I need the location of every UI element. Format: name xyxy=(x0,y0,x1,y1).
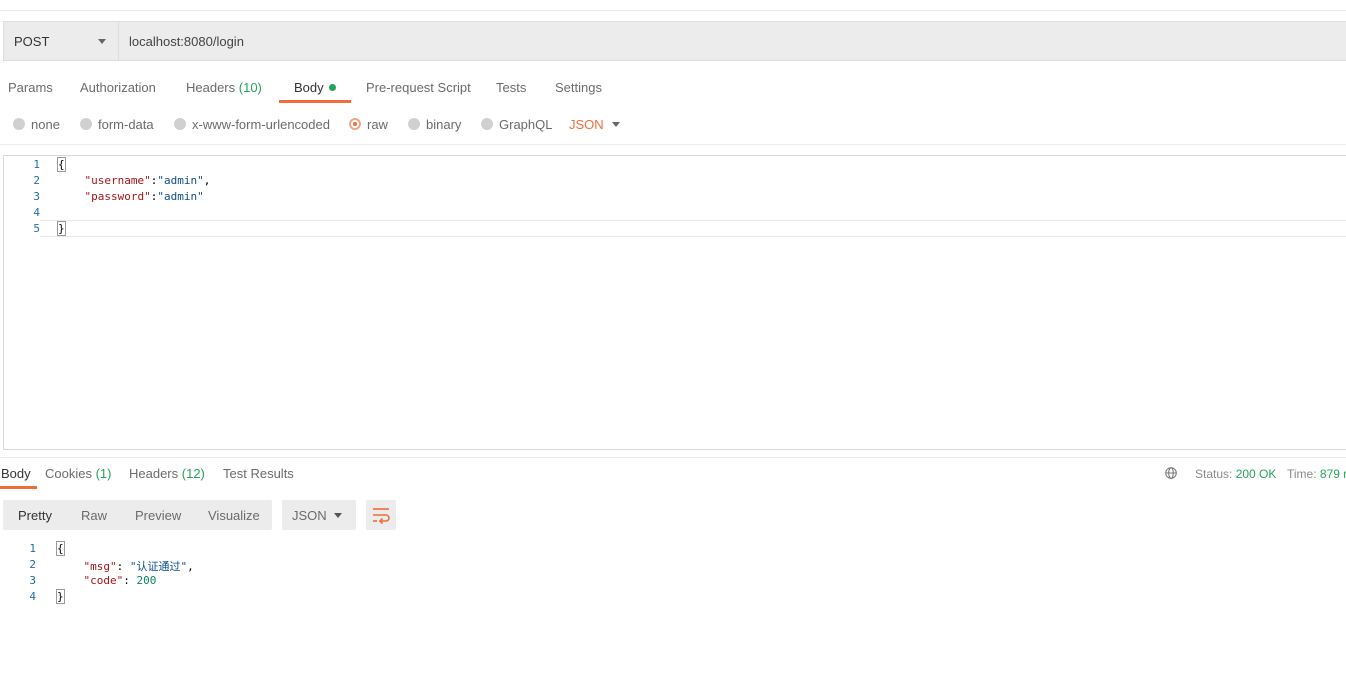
status-label: Status: xyxy=(1195,467,1233,481)
code-line: } xyxy=(57,221,66,236)
time-label: Time: xyxy=(1287,467,1317,481)
json-key: "password" xyxy=(84,190,151,203)
tab-count: (10) xyxy=(238,80,262,95)
divider xyxy=(0,144,1346,145)
wrap-lines-button[interactable] xyxy=(366,500,396,530)
line-number: 5 xyxy=(33,222,40,235)
resp-tab-headers[interactable]: Headers (12) xyxy=(129,466,205,481)
json-key: "msg" xyxy=(83,560,117,573)
top-divider xyxy=(0,10,1346,11)
line-number: 1 xyxy=(29,542,36,555)
response-time: Time: 879 r xyxy=(1287,467,1346,481)
view-raw-button[interactable]: Raw xyxy=(81,508,107,523)
json-tail: , xyxy=(203,174,211,187)
json-sep: : xyxy=(123,574,137,587)
tab-params[interactable]: Params xyxy=(8,80,53,95)
response-format-select[interactable]: JSON xyxy=(282,500,356,530)
tab-authorization[interactable]: Authorization xyxy=(80,80,156,95)
json-key: "username" xyxy=(84,174,151,187)
code-line: { xyxy=(57,157,66,172)
tab-body[interactable]: Body xyxy=(294,80,336,95)
radio-raw[interactable] xyxy=(349,118,361,130)
method-select[interactable]: POST xyxy=(4,22,119,60)
json-value: "admin" xyxy=(157,174,204,187)
tab-pre-request-script[interactable]: Pre-request Script xyxy=(366,80,471,95)
radio-label-raw[interactable]: raw xyxy=(367,117,388,132)
code-brace: { xyxy=(56,541,65,556)
radio-label-binary[interactable]: binary xyxy=(426,117,461,132)
response-divider xyxy=(0,457,1346,458)
tab-label: Cookies xyxy=(45,466,92,481)
tab-label: Headers xyxy=(186,80,236,95)
globe-icon[interactable] xyxy=(1165,467,1177,479)
time-value: 879 r xyxy=(1319,467,1346,481)
json-sep: : xyxy=(116,560,130,573)
url-input[interactable]: localhost:8080/login xyxy=(129,34,244,49)
radio-none[interactable] xyxy=(13,118,25,130)
code-line: "msg": "认证通过", xyxy=(57,558,194,574)
method-label: POST xyxy=(14,34,50,49)
view-pretty-button[interactable]: Pretty xyxy=(18,508,52,523)
line-number: 3 xyxy=(33,190,40,203)
code-line: "password":"admin" xyxy=(58,190,204,203)
active-tab-underline xyxy=(279,100,351,103)
body-format-select[interactable]: JSON xyxy=(569,117,604,132)
view-preview-button[interactable]: Preview xyxy=(135,508,181,523)
code-brace: { xyxy=(57,157,66,172)
response-format-label: JSON xyxy=(292,508,327,523)
response-view-group: Pretty Raw Preview Visualize xyxy=(3,500,272,530)
radio-label-x-www-form-urlencoded[interactable]: x-www-form-urlencoded xyxy=(192,117,330,132)
code-line: "code": 200 xyxy=(57,574,157,587)
chevron-down-icon[interactable] xyxy=(612,122,620,127)
radio-label-form-data[interactable]: form-data xyxy=(98,117,154,132)
resp-tab-body[interactable]: Body xyxy=(1,466,31,481)
json-tail: , xyxy=(187,560,194,573)
code-line: { xyxy=(56,541,65,556)
chevron-down-icon xyxy=(334,513,342,518)
tab-count: (12) xyxy=(181,466,205,481)
code-line: "username":"admin", xyxy=(58,174,211,187)
line-number: 2 xyxy=(29,558,36,571)
tab-settings[interactable]: Settings xyxy=(555,80,602,95)
chevron-down-icon xyxy=(98,39,106,44)
radio-binary[interactable] xyxy=(408,118,420,130)
tab-label: Headers xyxy=(129,466,179,481)
tab-tests[interactable]: Tests xyxy=(496,80,526,95)
response-status: Status: 200 OK xyxy=(1195,467,1276,481)
wrap-lines-icon xyxy=(373,508,390,525)
line-number: 2 xyxy=(33,174,40,187)
line-number: 4 xyxy=(33,206,40,219)
active-line-highlight xyxy=(40,220,1346,237)
code-brace: } xyxy=(57,221,66,236)
radio-graphql[interactable] xyxy=(481,118,493,130)
json-value: "admin" xyxy=(157,190,204,203)
code-line: } xyxy=(56,589,65,604)
request-bar: POST localhost:8080/login xyxy=(3,21,1346,61)
resp-tab-cookies[interactable]: Cookies (1) xyxy=(45,466,111,481)
code-brace: } xyxy=(56,589,65,604)
radio-label-none[interactable]: none xyxy=(31,117,60,132)
view-visualize-button[interactable]: Visualize xyxy=(208,508,260,523)
radio-form-data[interactable] xyxy=(80,118,92,130)
tab-label: Body xyxy=(294,80,324,95)
radio-label-graphql[interactable]: GraphQL xyxy=(499,117,552,132)
radio-x-www-form-urlencoded[interactable] xyxy=(174,118,186,130)
tab-headers[interactable]: Headers (10) xyxy=(186,80,262,95)
status-value: 200 OK xyxy=(1235,467,1277,481)
tab-count: (1) xyxy=(95,466,112,481)
json-number: 200 xyxy=(136,574,157,587)
json-value: "认证通过" xyxy=(129,560,188,573)
active-tab-underline xyxy=(0,486,37,489)
line-number: 4 xyxy=(29,590,36,603)
resp-tab-test-results[interactable]: Test Results xyxy=(223,466,294,481)
request-body-editor[interactable]: 1 { 2 "username":"admin", 3 "password":"… xyxy=(3,155,1346,450)
json-key: "code" xyxy=(83,574,124,587)
body-indicator-dot-icon xyxy=(328,84,336,91)
line-number: 3 xyxy=(29,574,36,587)
line-number: 1 xyxy=(33,158,40,171)
